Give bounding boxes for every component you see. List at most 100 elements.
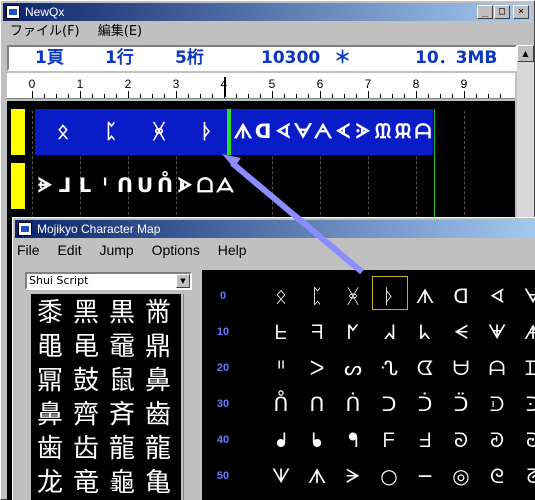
script-select[interactable]: Shui Script ▼ bbox=[25, 272, 192, 290]
kanji-item[interactable]: 斉 bbox=[105, 398, 139, 432]
shui-glyph-cell[interactable]: ᛟ bbox=[264, 278, 298, 314]
shui-glyph-cell[interactable]: ᗑ bbox=[300, 458, 334, 494]
shui-glyph-cell[interactable]: ᗪ bbox=[516, 350, 535, 386]
line-end-marker bbox=[434, 109, 435, 219]
newqx-titlebar[interactable]: NewQx _ □ × bbox=[3, 3, 532, 21]
shui-glyph-cell[interactable]: ᑐ bbox=[372, 386, 406, 422]
shui-glyph-cell[interactable]: ᐦ bbox=[264, 350, 298, 386]
shui-glyph-cell[interactable]: ᑓ bbox=[480, 386, 514, 422]
shui-glyph-cell[interactable]: ᘑ bbox=[480, 422, 514, 458]
menu-jump[interactable]: Jump bbox=[99, 240, 133, 260]
close-button[interactable]: × bbox=[513, 5, 529, 19]
minimize-button[interactable]: _ bbox=[477, 5, 493, 19]
menu-edit[interactable]: Edit bbox=[57, 240, 81, 260]
ruler-tick bbox=[92, 94, 93, 98]
shui-glyph-cell[interactable]: ᗨ bbox=[444, 350, 478, 386]
menu-help[interactable]: Help bbox=[218, 240, 247, 260]
kanji-item[interactable]: 黑 bbox=[69, 296, 103, 330]
kanji-item[interactable]: 黒 bbox=[105, 296, 139, 330]
kanji-item[interactable]: 黍 bbox=[33, 296, 67, 330]
shui-glyph-cell[interactable]: ᖶ bbox=[264, 314, 298, 350]
shui-glyph-cell[interactable]: ᚦ bbox=[372, 278, 406, 314]
kanji-item[interactable]: 竜 bbox=[69, 466, 103, 500]
kanji-item[interactable]: 鼻 bbox=[33, 398, 67, 432]
shui-glyph-cell[interactable]: ᖷ bbox=[300, 314, 334, 350]
shui-glyph-cell[interactable]: ᑑ bbox=[408, 386, 442, 422]
menu-file[interactable]: File bbox=[17, 240, 40, 260]
shui-glyph-cell[interactable]: ᑏ bbox=[336, 386, 370, 422]
shui-glyph-cell[interactable]: ᖼ bbox=[336, 314, 370, 350]
kanji-item[interactable]: 鼎 bbox=[141, 330, 175, 364]
kanji-item[interactable]: 龙 bbox=[33, 466, 67, 500]
editor-glyph: ᗋ bbox=[215, 173, 235, 197]
shui-glyph-cell[interactable]: ᖾ bbox=[408, 314, 442, 350]
row-offset-label: 40 bbox=[216, 434, 230, 446]
shui-glyph-cell[interactable]: ᛈ bbox=[300, 278, 334, 314]
editor-glyph: ᗝ bbox=[196, 173, 214, 197]
shui-glyph-cell[interactable]: ᖵ bbox=[408, 422, 442, 458]
shui-glyph-cell[interactable]: ᗑ bbox=[408, 278, 442, 314]
menu-edit[interactable]: 編集(E) bbox=[91, 22, 149, 42]
kanji-item[interactable]: 黽 bbox=[33, 330, 67, 364]
kanji-item[interactable]: 歯 bbox=[33, 432, 67, 466]
editor-glyph: ᗑ bbox=[233, 119, 253, 143]
shui-glyph-cell[interactable]: ᚸ bbox=[336, 278, 370, 314]
shui-glyph-cell[interactable]: ᗖ bbox=[480, 314, 514, 350]
kanji-item[interactable]: 龍 bbox=[141, 432, 175, 466]
shui-glyph-cell[interactable]: ᖱ bbox=[264, 422, 298, 458]
shui-glyph-cell[interactable]: ○ bbox=[372, 458, 406, 494]
shui-glyph-cell[interactable]: ᘓ bbox=[480, 458, 514, 494]
kanji-item[interactable]: 黹 bbox=[141, 296, 175, 330]
mojikyo-titlebar[interactable]: Mojikyo Character Map bbox=[15, 220, 535, 238]
shui-glyph-cell[interactable]: ᖳ bbox=[336, 422, 370, 458]
shui-glyph-cell[interactable]: ᔗ bbox=[372, 350, 406, 386]
kanji-item[interactable]: 龍 bbox=[105, 432, 139, 466]
shui-glyph-cell[interactable]: ᘒ bbox=[516, 422, 535, 458]
kanji-item[interactable]: 齿 bbox=[69, 432, 103, 466]
kanji-item[interactable]: 鼓 bbox=[69, 364, 103, 398]
shui-glyph-cell[interactable]: ᐳ bbox=[300, 350, 334, 386]
kanji-item[interactable]: 鼏 bbox=[33, 364, 67, 398]
shui-glyph-cell[interactable]: ᑒ bbox=[444, 386, 478, 422]
ruler-tick bbox=[44, 94, 45, 98]
shui-glyph-cell[interactable]: ᖲ bbox=[300, 422, 334, 458]
kanji-item[interactable]: 齒 bbox=[141, 398, 175, 432]
scroll-up-arrow-icon[interactable]: ▲ bbox=[517, 45, 534, 62]
shui-glyph-cell[interactable]: ᑎ bbox=[300, 386, 334, 422]
character-grid[interactable]: 0 ᛟ ᛈ ᚸ ᚦ ᗑ ᗡ ᗏ ᗄ 10 ᖶ ᖷ ᖼ ᖽ ᖾ ᗕ ᗖ ᗗ 20 ᐦ ᐳ ᔕ ᔗ ᗧ ᗨ ᗩ ᗪ 30 ᑍ ᑎ ᑏ ᑐ ᑑ ᑒ ᑓ ᑔ 4… bbox=[202, 270, 535, 500]
shui-glyph-cell[interactable]: ᑍ bbox=[264, 386, 298, 422]
shui-glyph-cell[interactable]: ᑔ bbox=[516, 386, 535, 422]
kanji-list[interactable]: 黍黑黒黹黽黾黿鼎鼏鼓鼠鼻鼻齊斉齒歯齿龍龍龙竜龜亀 bbox=[31, 294, 181, 500]
ruler-tick bbox=[164, 94, 165, 98]
maximize-button[interactable]: □ bbox=[494, 5, 510, 19]
shui-glyph-cell[interactable]: ᗩ bbox=[480, 350, 514, 386]
kanji-item[interactable]: 鼠 bbox=[105, 364, 139, 398]
kanji-item[interactable]: 齊 bbox=[69, 398, 103, 432]
shui-glyph-cell[interactable]: ᗗ bbox=[516, 314, 535, 350]
shui-glyph-cell[interactable]: ᗕ bbox=[444, 314, 478, 350]
shui-glyph-cell[interactable]: ᗒ bbox=[336, 458, 370, 494]
shui-glyph-cell[interactable]: ᖽ bbox=[372, 314, 406, 350]
shui-glyph-cell[interactable]: ◎ bbox=[444, 458, 478, 494]
menu-file[interactable]: ファイル(F) bbox=[3, 22, 87, 42]
kanji-item[interactable]: 黾 bbox=[69, 330, 103, 364]
chevron-down-icon[interactable]: ▼ bbox=[176, 274, 190, 288]
kanji-item[interactable]: 亀 bbox=[141, 466, 175, 500]
shui-glyph-cell[interactable]: ᗧ bbox=[408, 350, 442, 386]
ruler-number: 8 bbox=[412, 77, 420, 91]
shui-glyph-cell[interactable]: ᘐ bbox=[444, 422, 478, 458]
kanji-item[interactable]: 龜 bbox=[105, 466, 139, 500]
kanji-list-scrollbar[interactable] bbox=[183, 294, 193, 500]
kanji-item[interactable]: 黿 bbox=[105, 330, 139, 364]
kanji-item[interactable]: 鼻 bbox=[141, 364, 175, 398]
shui-glyph-cell[interactable]: ᗏ bbox=[480, 278, 514, 314]
shui-glyph-cell[interactable]: ᘔ bbox=[516, 458, 535, 494]
shui-glyph-cell[interactable]: ᗐ bbox=[264, 458, 298, 494]
ruler-tick bbox=[452, 94, 453, 98]
shui-glyph-cell[interactable]: ─ bbox=[408, 458, 442, 494]
shui-glyph-cell[interactable]: ᔕ bbox=[336, 350, 370, 386]
shui-glyph-cell[interactable]: ᗡ bbox=[444, 278, 478, 314]
shui-glyph-cell[interactable]: ᖴ bbox=[372, 422, 406, 458]
menu-options[interactable]: Options bbox=[152, 240, 200, 260]
shui-glyph-cell[interactable]: ᗄ bbox=[516, 278, 535, 314]
